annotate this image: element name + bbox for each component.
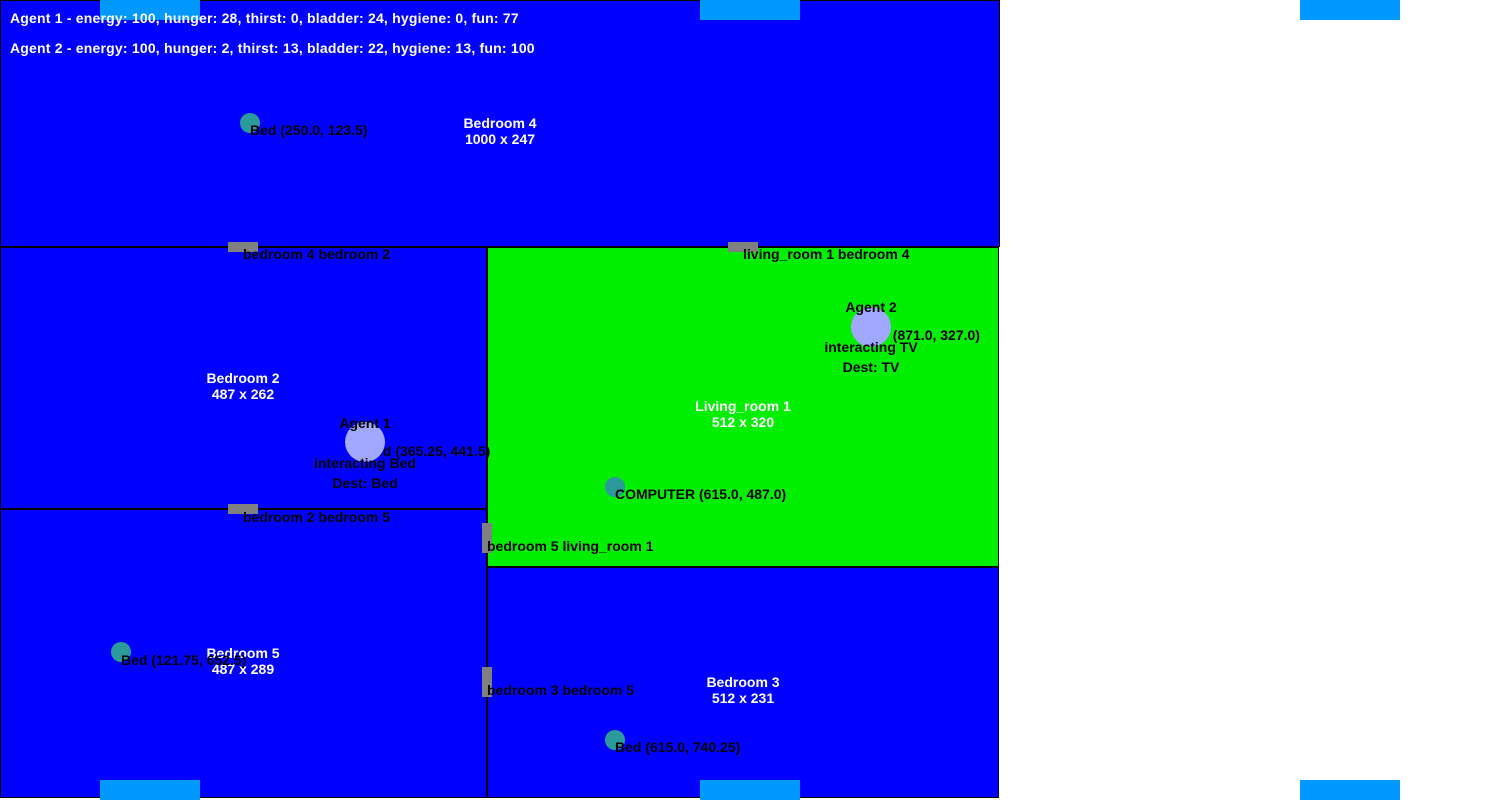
agent-1-name: Agent 1	[339, 415, 391, 431]
room-size: 512 x 320	[711, 414, 775, 430]
door-label: living_room 1 bedroom 4	[743, 246, 910, 262]
agent-2-action: interacting TV	[824, 339, 918, 355]
agent-1-destination: Dest: Bed	[332, 475, 398, 491]
agent-2-name: Agent 2	[845, 299, 897, 315]
door-label: bedroom 5 living_room 1	[487, 538, 654, 554]
room-label-living-room-1: Living_room 1 512 x 320	[643, 398, 843, 430]
window	[1300, 0, 1400, 20]
window	[700, 0, 800, 20]
room-name: Living_room 1	[695, 398, 791, 414]
room-label-bedroom-4: Bedroom 4 1000 x 247	[400, 115, 600, 147]
room-name: Bedroom 2	[206, 370, 280, 386]
window	[700, 780, 800, 800]
room-name: Bedroom 3	[706, 674, 780, 690]
room-name: Bedroom 4	[463, 115, 537, 131]
agent-2-status: Agent 2 - energy: 100, hunger: 2, thirst…	[10, 40, 535, 56]
window	[1300, 780, 1400, 800]
room-size: 487 x 262	[211, 386, 275, 402]
object-label: Bed (615.0, 740.25)	[615, 739, 741, 755]
object-label: COMPUTER (615.0, 487.0)	[615, 486, 787, 502]
window	[100, 780, 200, 800]
agent-1-status: Agent 1 - energy: 100, hunger: 28, thirs…	[10, 10, 519, 26]
room-label-bedroom-2: Bedroom 2 487 x 262	[143, 370, 343, 402]
agent-1-action: interacting Bed	[314, 455, 416, 471]
room-size: 1000 x 247	[464, 131, 536, 147]
room-label-bedroom-3: Bedroom 3 512 x 231	[643, 674, 843, 706]
door-label: bedroom 2 bedroom 5	[243, 509, 391, 525]
object-label: Bed (121.75, 652.5)	[121, 652, 247, 668]
room-size: 512 x 231	[711, 690, 775, 706]
agent-2-destination: Dest: TV	[842, 359, 900, 375]
object-label: Bed (250.0, 123.5)	[250, 122, 368, 138]
door-label: bedroom 4 bedroom 2	[243, 246, 391, 262]
door-label: bedroom 3 bedroom 5	[487, 682, 635, 698]
